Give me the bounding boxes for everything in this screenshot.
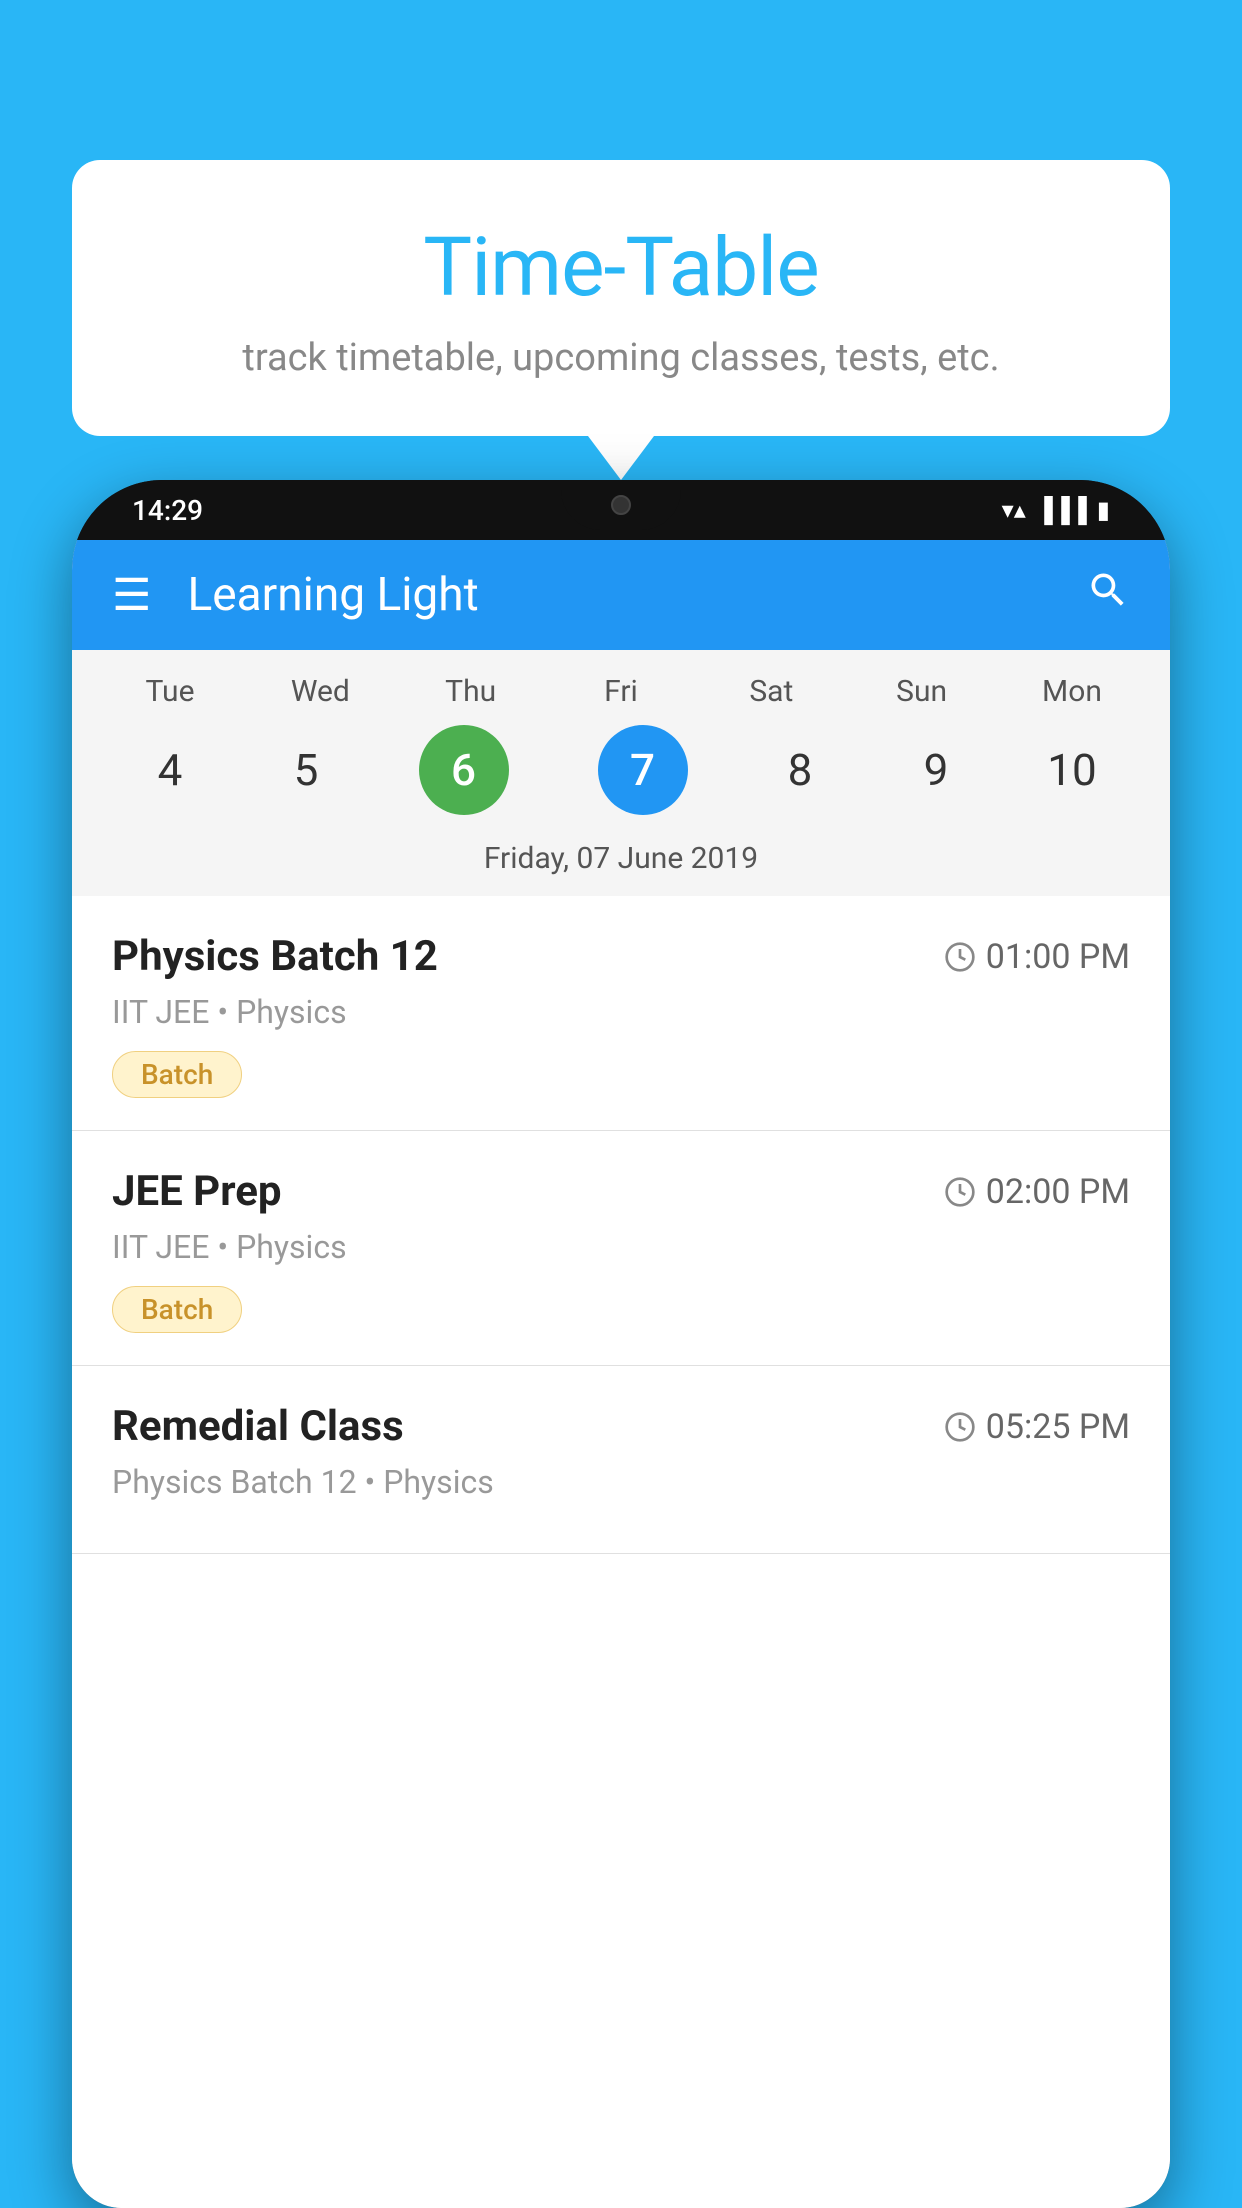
day-header-wed: Wed (252, 674, 388, 709)
batch-badge-2: Batch (112, 1286, 242, 1333)
tooltip-subtitle: track timetable, upcoming classes, tests… (122, 336, 1120, 380)
app-toolbar: ☰ Learning Light (72, 540, 1170, 650)
status-bar: 14:29 ▾▴ ▐▐▐ ▮ (72, 480, 1170, 540)
schedule-time-2: 02:00 PM (944, 1172, 1130, 1212)
day-header-fri: Fri (553, 674, 689, 709)
schedule-list: Physics Batch 12 01:00 PM IIT JEE • Phys… (72, 896, 1170, 2208)
day-8[interactable]: 8 (732, 725, 868, 815)
schedule-title-1: Physics Batch 12 (112, 932, 438, 981)
day-header-sat: Sat (703, 674, 839, 709)
day-10[interactable]: 10 (1004, 725, 1140, 815)
schedule-item-header-1: Physics Batch 12 01:00 PM (112, 932, 1130, 981)
signal-icon: ▐▐▐ (1036, 496, 1087, 525)
tooltip-card: Time-Table track timetable, upcoming cla… (72, 160, 1170, 436)
day-header-sun: Sun (854, 674, 990, 709)
status-icons: ▾▴ ▐▐▐ ▮ (1002, 496, 1110, 525)
schedule-item-jee-prep[interactable]: JEE Prep 02:00 PM IIT JEE • Physics Batc… (72, 1131, 1170, 1366)
app-content: ☰ Learning Light Tue Wed Thu Fri Sat Sun… (72, 540, 1170, 2208)
phone-frame: 14:29 ▾▴ ▐▐▐ ▮ ☰ Learning Light Tue Wed (72, 480, 1170, 2208)
schedule-item-header-2: JEE Prep 02:00 PM (112, 1167, 1130, 1216)
search-icon[interactable] (1086, 568, 1130, 623)
schedule-sub-2: IIT JEE • Physics (112, 1228, 1130, 1266)
day-header-tue: Tue (102, 674, 238, 709)
schedule-item-physics-batch[interactable]: Physics Batch 12 01:00 PM IIT JEE • Phys… (72, 896, 1170, 1131)
day-7-selected[interactable]: 7 (598, 725, 688, 815)
selected-date: Friday, 07 June 2019 (102, 831, 1140, 896)
phone-time: 14:29 (132, 494, 203, 527)
tooltip-title: Time-Table (122, 220, 1120, 316)
toolbar-title: Learning Light (187, 568, 1086, 622)
calendar-section: Tue Wed Thu Fri Sat Sun Mon 4 5 6 7 8 9 … (72, 650, 1170, 896)
schedule-sub-3: Physics Batch 12 • Physics (112, 1463, 1130, 1501)
day-9[interactable]: 9 (868, 725, 1004, 815)
day-5[interactable]: 5 (238, 725, 374, 815)
schedule-time-3: 05:25 PM (944, 1407, 1130, 1447)
wifi-icon: ▾▴ (1002, 496, 1026, 524)
phone-notch (561, 480, 681, 530)
schedule-sub-1: IIT JEE • Physics (112, 993, 1130, 1031)
day-headers: Tue Wed Thu Fri Sat Sun Mon (102, 674, 1140, 709)
hamburger-icon[interactable]: ☰ (112, 569, 151, 621)
day-6-today[interactable]: 6 (419, 725, 509, 815)
schedule-title-2: JEE Prep (112, 1167, 282, 1216)
batch-badge-1: Batch (112, 1051, 242, 1098)
schedule-item-header-3: Remedial Class 05:25 PM (112, 1402, 1130, 1451)
schedule-time-1: 01:00 PM (944, 937, 1130, 977)
phone-camera (611, 495, 631, 515)
day-header-thu: Thu (403, 674, 539, 709)
day-4[interactable]: 4 (102, 725, 238, 815)
schedule-item-remedial[interactable]: Remedial Class 05:25 PM Physics Batch 12… (72, 1366, 1170, 1554)
schedule-title-3: Remedial Class (112, 1402, 404, 1451)
battery-icon: ▮ (1097, 496, 1110, 524)
day-header-mon: Mon (1004, 674, 1140, 709)
day-numbers: 4 5 6 7 8 9 10 (102, 725, 1140, 815)
